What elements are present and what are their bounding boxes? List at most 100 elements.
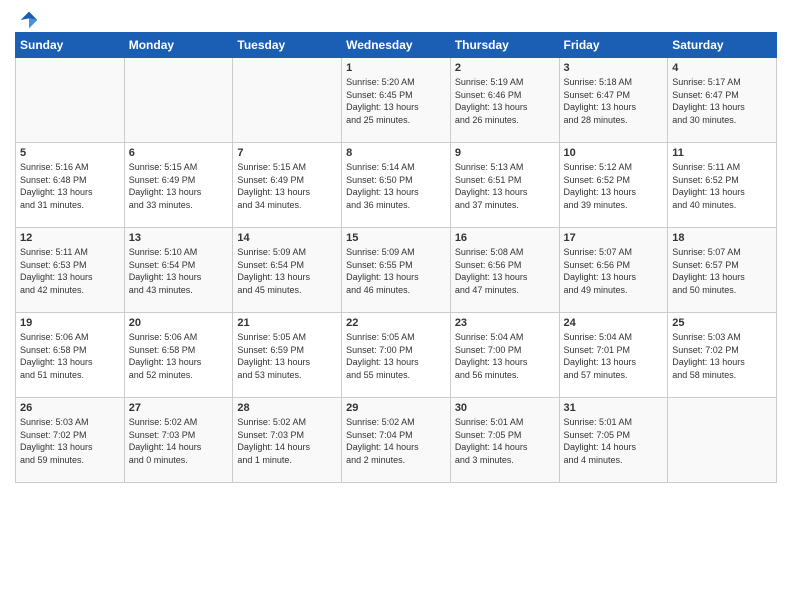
calendar-week: 26 Sunrise: 5:03 AM Sunset: 7:02 PM Dayli… xyxy=(16,398,777,483)
day-number: 17 xyxy=(564,232,664,244)
calendar-body: 1Sunrise: 5:20 AM Sunset: 6:45 PM Daylig… xyxy=(16,58,777,483)
weekday-header: Saturday xyxy=(668,33,777,58)
day-info: Sunrise: 5:15 AM Sunset: 6:49 PM Dayligh… xyxy=(237,161,337,211)
day-number: 26 xyxy=(20,402,120,414)
calendar-cell: 18 Sunrise: 5:07 AM Sunset: 6:57 PM Dayli… xyxy=(668,228,777,313)
calendar-cell: 21 Sunrise: 5:05 AM Sunset: 6:59 PM Dayli… xyxy=(233,313,342,398)
day-info: Sunrise: 5:07 AM Sunset: 6:56 PM Dayligh… xyxy=(564,246,664,296)
calendar-cell: 19Sunrise: 5:06 AM Sunset: 6:58 PM Dayli… xyxy=(16,313,125,398)
calendar-cell: 14 Sunrise: 5:09 AM Sunset: 6:54 PM Dayli… xyxy=(233,228,342,313)
calendar-cell: 2Sunrise: 5:19 AM Sunset: 6:46 PM Daylig… xyxy=(450,58,559,143)
calendar-cell: 20 Sunrise: 5:06 AM Sunset: 6:58 PM Dayli… xyxy=(124,313,233,398)
day-number: 11 xyxy=(672,147,772,159)
calendar-cell: 24 Sunrise: 5:04 AM Sunset: 7:01 PM Dayli… xyxy=(559,313,668,398)
day-info: Sunrise: 5:06 AM Sunset: 6:58 PM Dayligh… xyxy=(20,331,120,381)
day-number: 3 xyxy=(564,62,664,74)
calendar-cell: 8 Sunrise: 5:14 AM Sunset: 6:50 PM Daylig… xyxy=(342,143,451,228)
day-number: 20 xyxy=(129,317,229,329)
calendar-week: 19Sunrise: 5:06 AM Sunset: 6:58 PM Dayli… xyxy=(16,313,777,398)
day-number: 8 xyxy=(346,147,446,159)
day-info: Sunrise: 5:07 AM Sunset: 6:57 PM Dayligh… xyxy=(672,246,772,296)
day-info: Sunrise: 5:11 AM Sunset: 6:53 PM Dayligh… xyxy=(20,246,120,296)
calendar-cell: 1Sunrise: 5:20 AM Sunset: 6:45 PM Daylig… xyxy=(342,58,451,143)
calendar-cell: 23 Sunrise: 5:04 AM Sunset: 7:00 PM Dayli… xyxy=(450,313,559,398)
day-info: Sunrise: 5:01 AM Sunset: 7:05 PM Dayligh… xyxy=(564,416,664,466)
logo-icon xyxy=(19,10,39,30)
header-row: SundayMondayTuesdayWednesdayThursdayFrid… xyxy=(16,33,777,58)
day-number: 4 xyxy=(672,62,772,74)
header xyxy=(15,10,777,26)
day-number: 30 xyxy=(455,402,555,414)
day-number: 18 xyxy=(672,232,772,244)
calendar-cell: 17 Sunrise: 5:07 AM Sunset: 6:56 PM Dayli… xyxy=(559,228,668,313)
calendar-cell: 7 Sunrise: 5:15 AM Sunset: 6:49 PM Daylig… xyxy=(233,143,342,228)
calendar-cell: 10 Sunrise: 5:12 AM Sunset: 6:52 PM Dayli… xyxy=(559,143,668,228)
day-number: 27 xyxy=(129,402,229,414)
day-number: 9 xyxy=(455,147,555,159)
day-number: 14 xyxy=(237,232,337,244)
day-info: Sunrise: 5:19 AM Sunset: 6:46 PM Dayligh… xyxy=(455,76,555,126)
day-number: 23 xyxy=(455,317,555,329)
day-info: Sunrise: 5:15 AM Sunset: 6:49 PM Dayligh… xyxy=(129,161,229,211)
calendar-cell: 29 Sunrise: 5:02 AM Sunset: 7:04 PM Dayli… xyxy=(342,398,451,483)
calendar-cell: 22 Sunrise: 5:05 AM Sunset: 7:00 PM Dayli… xyxy=(342,313,451,398)
calendar-cell xyxy=(124,58,233,143)
day-info: Sunrise: 5:13 AM Sunset: 6:51 PM Dayligh… xyxy=(455,161,555,211)
calendar-cell: 13Sunrise: 5:10 AM Sunset: 6:54 PM Dayli… xyxy=(124,228,233,313)
day-info: Sunrise: 5:03 AM Sunset: 7:02 PM Dayligh… xyxy=(672,331,772,381)
day-number: 15 xyxy=(346,232,446,244)
weekday-header: Wednesday xyxy=(342,33,451,58)
calendar-cell: 30Sunrise: 5:01 AM Sunset: 7:05 PM Dayli… xyxy=(450,398,559,483)
day-number: 10 xyxy=(564,147,664,159)
calendar-cell: 26 Sunrise: 5:03 AM Sunset: 7:02 PM Dayli… xyxy=(16,398,125,483)
calendar-cell: 27 Sunrise: 5:02 AM Sunset: 7:03 PM Dayli… xyxy=(124,398,233,483)
day-info: Sunrise: 5:09 AM Sunset: 6:54 PM Dayligh… xyxy=(237,246,337,296)
weekday-header: Sunday xyxy=(16,33,125,58)
calendar-cell: 16Sunrise: 5:08 AM Sunset: 6:56 PM Dayli… xyxy=(450,228,559,313)
calendar-week: 5 Sunrise: 5:16 AM Sunset: 6:48 PM Daylig… xyxy=(16,143,777,228)
calendar-cell: 31 Sunrise: 5:01 AM Sunset: 7:05 PM Dayli… xyxy=(559,398,668,483)
calendar-cell xyxy=(233,58,342,143)
day-number: 13 xyxy=(129,232,229,244)
day-info: Sunrise: 5:08 AM Sunset: 6:56 PM Dayligh… xyxy=(455,246,555,296)
day-info: Sunrise: 5:16 AM Sunset: 6:48 PM Dayligh… xyxy=(20,161,120,211)
day-info: Sunrise: 5:04 AM Sunset: 7:00 PM Dayligh… xyxy=(455,331,555,381)
calendar-cell: 11Sunrise: 5:11 AM Sunset: 6:52 PM Dayli… xyxy=(668,143,777,228)
calendar-cell: 28Sunrise: 5:02 AM Sunset: 7:03 PM Dayli… xyxy=(233,398,342,483)
calendar-cell xyxy=(668,398,777,483)
logo-text xyxy=(15,10,39,30)
day-info: Sunrise: 5:14 AM Sunset: 6:50 PM Dayligh… xyxy=(346,161,446,211)
day-number: 31 xyxy=(564,402,664,414)
day-info: Sunrise: 5:05 AM Sunset: 6:59 PM Dayligh… xyxy=(237,331,337,381)
day-info: Sunrise: 5:04 AM Sunset: 7:01 PM Dayligh… xyxy=(564,331,664,381)
calendar: SundayMondayTuesdayWednesdayThursdayFrid… xyxy=(15,32,777,483)
calendar-cell: 4Sunrise: 5:17 AM Sunset: 6:47 PM Daylig… xyxy=(668,58,777,143)
day-number: 6 xyxy=(129,147,229,159)
day-info: Sunrise: 5:03 AM Sunset: 7:02 PM Dayligh… xyxy=(20,416,120,466)
day-info: Sunrise: 5:02 AM Sunset: 7:04 PM Dayligh… xyxy=(346,416,446,466)
day-number: 21 xyxy=(237,317,337,329)
calendar-week: 1Sunrise: 5:20 AM Sunset: 6:45 PM Daylig… xyxy=(16,58,777,143)
weekday-header: Thursday xyxy=(450,33,559,58)
calendar-cell: 3Sunrise: 5:18 AM Sunset: 6:47 PM Daylig… xyxy=(559,58,668,143)
day-info: Sunrise: 5:02 AM Sunset: 7:03 PM Dayligh… xyxy=(129,416,229,466)
day-number: 28 xyxy=(237,402,337,414)
day-number: 12 xyxy=(20,232,120,244)
day-number: 25 xyxy=(672,317,772,329)
day-info: Sunrise: 5:12 AM Sunset: 6:52 PM Dayligh… xyxy=(564,161,664,211)
calendar-cell: 15 Sunrise: 5:09 AM Sunset: 6:55 PM Dayli… xyxy=(342,228,451,313)
calendar-cell: 12 Sunrise: 5:11 AM Sunset: 6:53 PM Dayli… xyxy=(16,228,125,313)
calendar-cell: 25 Sunrise: 5:03 AM Sunset: 7:02 PM Dayli… xyxy=(668,313,777,398)
day-info: Sunrise: 5:20 AM Sunset: 6:45 PM Dayligh… xyxy=(346,76,446,126)
day-number: 22 xyxy=(346,317,446,329)
weekday-header: Tuesday xyxy=(233,33,342,58)
weekday-header: Monday xyxy=(124,33,233,58)
day-info: Sunrise: 5:09 AM Sunset: 6:55 PM Dayligh… xyxy=(346,246,446,296)
day-info: Sunrise: 5:05 AM Sunset: 7:00 PM Dayligh… xyxy=(346,331,446,381)
day-info: Sunrise: 5:06 AM Sunset: 6:58 PM Dayligh… xyxy=(129,331,229,381)
day-number: 29 xyxy=(346,402,446,414)
day-number: 5 xyxy=(20,147,120,159)
logo xyxy=(15,10,39,26)
day-number: 7 xyxy=(237,147,337,159)
day-number: 24 xyxy=(564,317,664,329)
